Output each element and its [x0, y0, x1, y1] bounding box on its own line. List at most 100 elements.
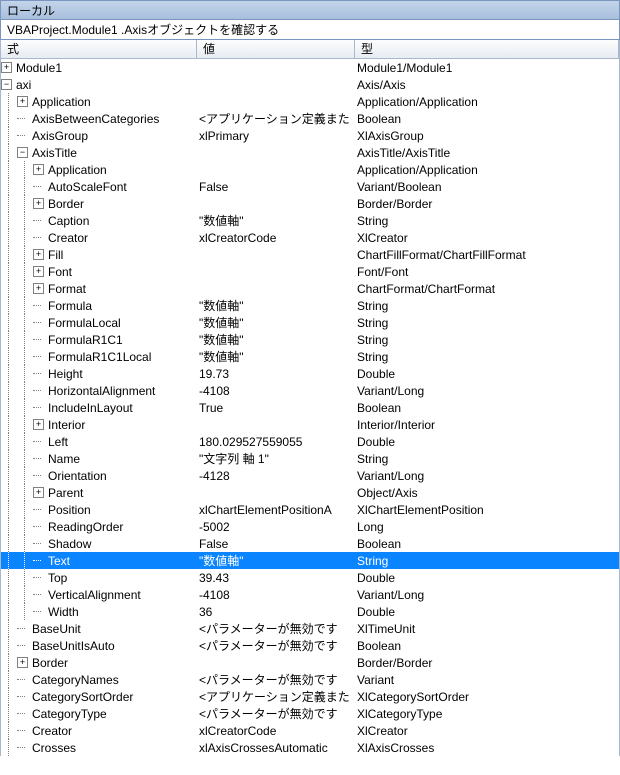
expand-icon[interactable] [33, 198, 44, 209]
leaf-icon [33, 470, 44, 481]
tree-row[interactable]: InteriorInterior/Interior [1, 416, 619, 433]
tree-row[interactable]: FillChartFillFormat/ChartFillFormat [1, 246, 619, 263]
type-cell: Variant/Long [355, 384, 619, 398]
property-name: AutoScaleFont [47, 180, 127, 194]
expand-icon[interactable] [33, 164, 44, 175]
type-cell: XlCreator [355, 724, 619, 738]
tree-row[interactable]: HorizontalAlignment-4108Variant/Long [1, 382, 619, 399]
tree-row[interactable]: ShadowFalseBoolean [1, 535, 619, 552]
value-cell: "数値軸" [197, 212, 355, 229]
type-cell: ChartFillFormat/ChartFillFormat [355, 248, 619, 262]
tree-row[interactable]: CrossesxlAxisCrossesAutomaticXlAxisCross… [1, 739, 619, 756]
type-cell: Application/Application [355, 95, 619, 109]
tree-row[interactable]: ApplicationApplication/Application [1, 93, 619, 110]
expr-cell: Creator [1, 229, 197, 246]
tree-row[interactable]: ReadingOrder-5002Long [1, 518, 619, 535]
tree-row[interactable]: FormatChartFormat/ChartFormat [1, 280, 619, 297]
property-name: Position [47, 503, 91, 517]
tree-row[interactable]: BorderBorder/Border [1, 195, 619, 212]
value-cell: 39.43 [197, 571, 355, 585]
tree-row[interactable]: Text"数値軸"String [1, 552, 619, 569]
tree-row[interactable]: FormulaR1C1"数値軸"String [1, 331, 619, 348]
leaf-icon [17, 708, 28, 719]
property-name: Name [47, 452, 80, 466]
expand-icon[interactable] [1, 62, 12, 73]
property-name: axi [15, 78, 31, 92]
expand-icon[interactable] [17, 96, 28, 107]
value-cell: <パラメーターが無効です [197, 637, 355, 654]
expr-cell: Font [1, 263, 197, 280]
tree-row[interactable]: PositionxlChartElementPositionAXlChartEl… [1, 501, 619, 518]
tree-row[interactable]: Top39.43Double [1, 569, 619, 586]
type-cell: Application/Application [355, 163, 619, 177]
expand-icon[interactable] [17, 657, 28, 668]
leaf-icon [17, 691, 28, 702]
tree-row[interactable]: Formula"数値軸"String [1, 297, 619, 314]
property-name: Text [47, 554, 70, 568]
tree-row[interactable]: FormulaLocal"数値軸"String [1, 314, 619, 331]
expand-icon[interactable] [33, 249, 44, 260]
expand-icon[interactable] [33, 266, 44, 277]
type-cell: ChartFormat/ChartFormat [355, 282, 619, 296]
property-name: Left [47, 435, 68, 449]
expand-icon[interactable] [33, 487, 44, 498]
header-expression[interactable]: 式 [1, 40, 197, 58]
tree-row[interactable]: Caption"数値軸"String [1, 212, 619, 229]
expand-icon[interactable] [33, 283, 44, 294]
tree-row[interactable]: BaseUnitIsAuto<パラメーターが無効ですBoolean [1, 637, 619, 654]
collapse-icon[interactable] [17, 147, 28, 158]
property-name: Orientation [47, 469, 107, 483]
expr-cell: AxisBetweenCategories [1, 110, 197, 127]
window-title: ローカル [0, 0, 620, 20]
context-path: VBAProject.Module1 .Axisオブジェクトを確認する [0, 20, 620, 40]
locals-tree[interactable]: Module1Module1/Module1axiAxis/AxisApplic… [0, 59, 620, 756]
tree-row[interactable]: AxisBetweenCategories<アプリケーション定義またBoolea… [1, 110, 619, 127]
tree-row[interactable]: axiAxis/Axis [1, 76, 619, 93]
tree-row[interactable]: Width36Double [1, 603, 619, 620]
tree-row[interactable]: ApplicationApplication/Application [1, 161, 619, 178]
tree-row[interactable]: Orientation-4128Variant/Long [1, 467, 619, 484]
tree-row[interactable]: Name"文字列 軸 1"String [1, 450, 619, 467]
expr-cell: Width [1, 603, 197, 620]
tree-row[interactable]: CategoryType<パラメーターが無効ですXlCategoryType [1, 705, 619, 722]
type-cell: Object/Axis [355, 486, 619, 500]
expand-icon[interactable] [33, 419, 44, 430]
tree-row[interactable]: AutoScaleFont FalseVariant/Boolean [1, 178, 619, 195]
tree-row[interactable]: CategoryNames<パラメーターが無効ですVariant [1, 671, 619, 688]
collapse-icon[interactable] [1, 79, 12, 90]
leaf-icon [33, 232, 44, 243]
tree-row[interactable]: Module1Module1/Module1 [1, 59, 619, 76]
tree-row[interactable]: AxisGroupxlPrimaryXlAxisGroup [1, 127, 619, 144]
header-type[interactable]: 型 [355, 40, 619, 58]
value-cell: False [197, 180, 355, 194]
tree-row[interactable]: VerticalAlignment-4108Variant/Long [1, 586, 619, 603]
expr-cell: AxisTitle [1, 144, 197, 161]
tree-row[interactable]: Left180.029527559055Double [1, 433, 619, 450]
value-cell: xlChartElementPositionA [197, 503, 355, 517]
type-cell: Variant/Long [355, 588, 619, 602]
expr-cell: FormulaR1C1Local [1, 348, 197, 365]
tree-row[interactable]: BorderBorder/Border [1, 654, 619, 671]
tree-row[interactable]: AxisTitleAxisTitle/AxisTitle [1, 144, 619, 161]
type-cell: String [355, 554, 619, 568]
value-cell: "数値軸" [197, 331, 355, 348]
expr-cell: VerticalAlignment [1, 586, 197, 603]
property-name: Caption [47, 214, 89, 228]
value-cell: xlPrimary [197, 129, 355, 143]
expr-cell: AutoScaleFont [1, 178, 197, 195]
tree-row[interactable]: IncludeInLayoutTrueBoolean [1, 399, 619, 416]
tree-row[interactable]: CreatorxlCreatorCodeXlCreator [1, 722, 619, 739]
tree-row[interactable]: FormulaR1C1Local"数値軸"String [1, 348, 619, 365]
expr-cell: IncludeInLayout [1, 399, 197, 416]
tree-row[interactable]: BaseUnit<パラメーターが無効ですXlTimeUnit [1, 620, 619, 637]
expr-cell: CategorySortOrder [1, 688, 197, 705]
type-cell: String [355, 333, 619, 347]
header-value[interactable]: 値 [197, 40, 355, 58]
tree-row[interactable]: ParentObject/Axis [1, 484, 619, 501]
type-cell: Variant/Boolean [355, 180, 619, 194]
tree-row[interactable]: CreatorxlCreatorCodeXlCreator [1, 229, 619, 246]
tree-row[interactable]: FontFont/Font [1, 263, 619, 280]
tree-row[interactable]: CategorySortOrder<アプリケーション定義またXlCategory… [1, 688, 619, 705]
tree-row[interactable]: Height19.73Double [1, 365, 619, 382]
type-cell: Double [355, 367, 619, 381]
